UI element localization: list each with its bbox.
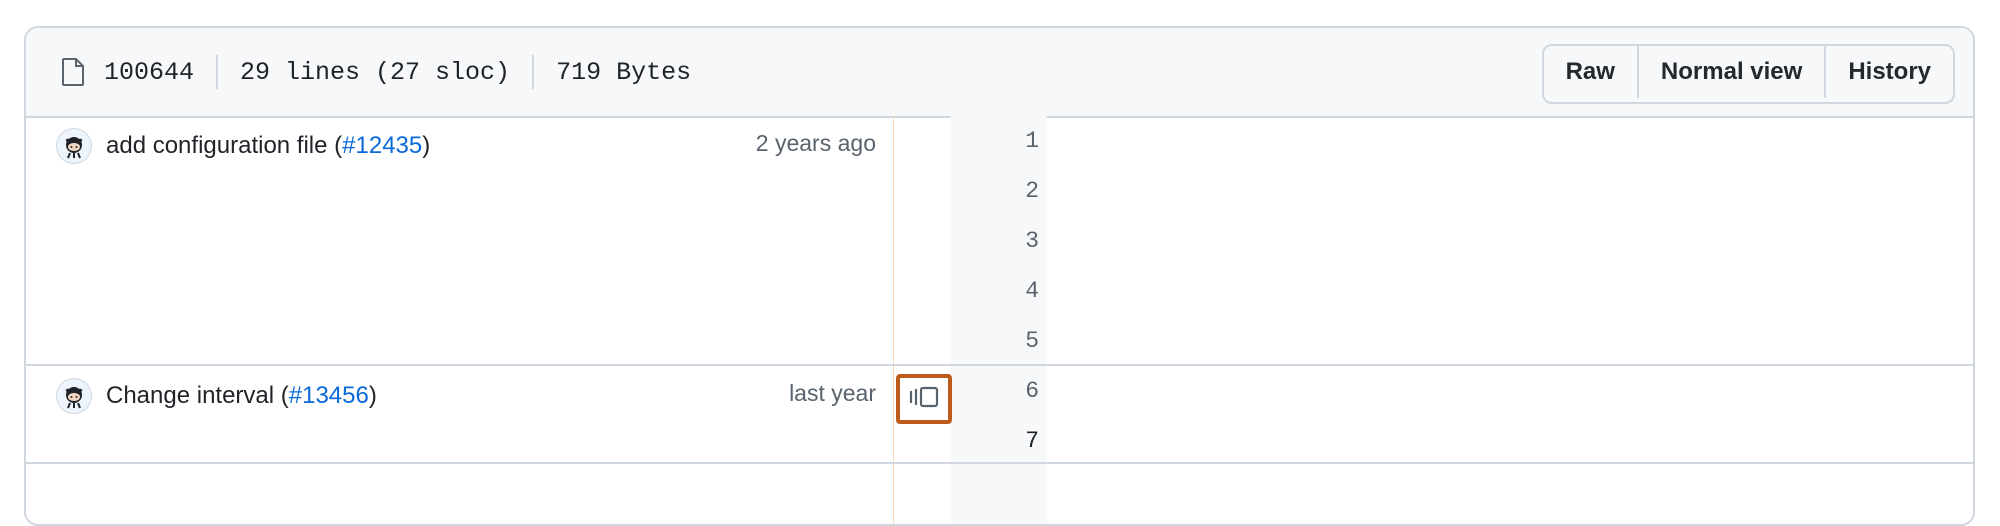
divider: [216, 55, 219, 89]
reblame-button[interactable]: [896, 374, 952, 424]
commit-title-close: ): [422, 132, 431, 159]
commit-title[interactable]: add configuration file (: [106, 132, 342, 160]
commit-title[interactable]: Change interval (: [106, 382, 289, 410]
history-button[interactable]: History: [1826, 46, 1953, 98]
line-number[interactable]: 7: [951, 428, 1039, 454]
file-size: 719 Bytes: [556, 57, 692, 87]
code-line: 3 - package-ecosystem: npm: [951, 216, 1973, 266]
line-number[interactable]: 2: [951, 178, 1039, 204]
divider: [532, 55, 535, 89]
file-header: 100644 29 lines (27 sloc) 719 Bytes Raw …: [26, 28, 1973, 118]
commit-info: add configuration file (#12435): [56, 128, 430, 164]
view-button-group: Raw Normal view History: [1541, 44, 1955, 104]
blame-commit-cell: add configuration file (#12435) 2 years …: [26, 116, 876, 364]
raw-button[interactable]: Raw: [1544, 46, 1639, 98]
normal-view-button[interactable]: Normal view: [1639, 46, 1827, 98]
octocat-avatar-icon[interactable]: [56, 378, 92, 414]
reblame-icon: [907, 384, 941, 415]
commit-age: last year: [789, 380, 876, 406]
commit-title-close: ): [368, 382, 377, 409]
code-line: 4 directory: '/': [951, 266, 1973, 316]
line-number[interactable]: 3: [951, 228, 1039, 254]
blame-commit-cell: Change interval (#13456) last year: [26, 366, 876, 462]
line-number[interactable]: 1: [951, 128, 1039, 154]
octocat-avatar-icon[interactable]: [56, 128, 92, 164]
blame-area: add configuration file (#12435) 2 years …: [26, 116, 1973, 524]
commit-age: 2 years ago: [755, 130, 876, 156]
code-line: 6 interval: weekly: [951, 366, 1973, 416]
code-line: 5 schedule:: [951, 316, 1973, 366]
commit-info: Change interval (#13456): [56, 378, 377, 414]
file-mode: 100644: [104, 57, 195, 87]
line-number[interactable]: 5: [951, 328, 1039, 354]
line-number[interactable]: 4: [951, 278, 1039, 304]
code-line: 1version: 2: [951, 116, 1973, 166]
pr-link[interactable]: #12435: [342, 132, 422, 160]
line-number[interactable]: 6: [951, 378, 1039, 404]
code-line: 2updates:: [951, 166, 1973, 216]
file-meta: 100644 29 lines (27 sloc) 719 Bytes: [62, 28, 691, 116]
file-view: 100644 29 lines (27 sloc) 719 Bytes Raw …: [24, 26, 1975, 526]
file-icon: [62, 58, 84, 86]
line-count: 29 lines (27 sloc): [240, 57, 511, 87]
code-line: 7 day: tuesday: [951, 416, 1973, 466]
pr-link[interactable]: #13456: [289, 382, 369, 410]
